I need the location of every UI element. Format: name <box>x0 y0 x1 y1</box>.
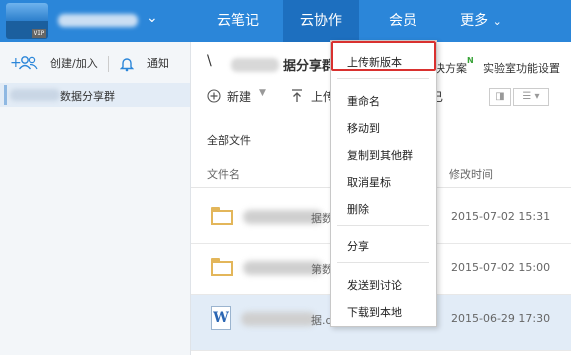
avatar[interactable]: VIP <box>6 3 48 39</box>
nav-membership[interactable]: 会员 <box>366 0 440 42</box>
page-title: 据分享群 <box>283 59 336 74</box>
title-redacted <box>231 58 279 72</box>
column-modified-time[interactable]: 修改时间 <box>449 166 493 182</box>
menu-item-move-to[interactable]: 移动到 <box>347 120 380 136</box>
group-name-label: 数据分享群 <box>60 90 115 103</box>
bell-icon <box>120 56 134 72</box>
word-document-icon: W <box>211 306 231 330</box>
solution-link[interactable]: 决方案 <box>434 60 467 76</box>
new-button-label: 新建 <box>227 90 252 104</box>
nav-cloud-notes[interactable]: 云笔记 <box>200 0 276 42</box>
plus-circle-icon <box>207 89 221 103</box>
title-prefix: \ <box>207 53 212 69</box>
menu-item-delete[interactable]: 删除 <box>347 201 369 217</box>
sidebar: + 创建/加入 通知 数据分享群 <box>0 42 191 355</box>
notification-label: 通知 <box>147 57 169 70</box>
filename-redacted <box>241 312 316 326</box>
more-chevron-down-icon: ⌄ <box>492 15 502 28</box>
new-dropdown-caret-icon: ▼ <box>259 88 266 98</box>
list-view-dropdown-icon[interactable]: ☰ ▾ <box>513 88 549 106</box>
menu-item-send-to-discussion[interactable]: 发送到讨论 <box>347 277 402 293</box>
file-modified-time: 2015-07-02 15:31 <box>451 210 551 223</box>
menu-item-share[interactable]: 分享 <box>347 238 369 254</box>
new-badge-icon: N <box>467 56 474 65</box>
sidebar-divider <box>108 56 109 72</box>
top-navigation-bar: VIP ⌄ 云笔记 云协作 会员 更多 ⌄ <box>0 0 571 42</box>
breadcrumb[interactable]: 全部文件 <box>207 132 251 148</box>
create-join-label: 创建/加入 <box>50 57 98 70</box>
folder-icon <box>211 258 233 276</box>
column-filename[interactable]: 文件名 <box>207 166 240 182</box>
nav-more-label: 更多 <box>460 13 489 29</box>
menu-item-download[interactable]: 下载到本地 <box>347 304 402 320</box>
account-chevron-down-icon[interactable]: ⌄ <box>146 10 158 26</box>
group-name-redacted <box>10 89 60 101</box>
menu-divider <box>337 225 429 226</box>
lab-settings-link[interactable]: 实验室功能设置 <box>483 60 560 76</box>
upload-icon <box>291 89 303 103</box>
file-context-menu: 上传新版本 重命名 移动到 复制到其他群 取消星标 删除 分享 发送到讨论 下载… <box>330 40 437 327</box>
add-group-icon: + <box>10 54 40 72</box>
menu-divider <box>337 78 429 79</box>
folder-icon <box>211 207 233 225</box>
highlight-box <box>331 41 436 71</box>
sidebar-item-group[interactable]: 数据分享群 <box>0 83 190 107</box>
menu-item-unstar[interactable]: 取消星标 <box>347 174 391 190</box>
nav-cloud-collab[interactable]: 云协作 <box>283 0 359 42</box>
menu-item-copy-to-group[interactable]: 复制到其他群 <box>347 147 413 163</box>
menu-divider <box>337 262 429 263</box>
username-redacted[interactable] <box>58 14 138 27</box>
nav-more[interactable]: 更多 ⌄ <box>448 0 514 42</box>
menu-item-rename[interactable]: 重命名 <box>347 93 380 109</box>
file-modified-time: 2015-07-02 15:00 <box>451 261 551 274</box>
vip-badge: VIP <box>32 29 46 38</box>
file-modified-time: 2015-06-29 17:30 <box>451 312 551 325</box>
preview-pane-toggle-icon[interactable]: ◨ <box>489 88 511 106</box>
